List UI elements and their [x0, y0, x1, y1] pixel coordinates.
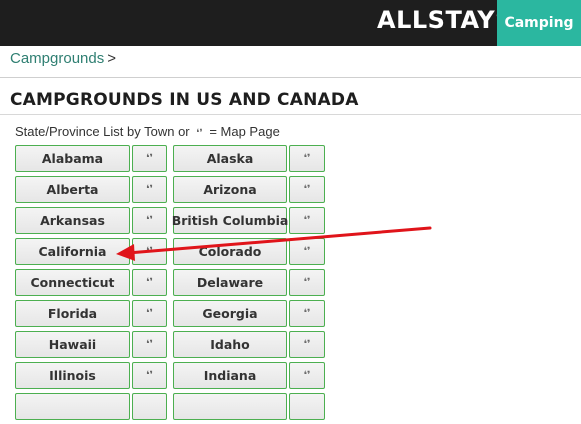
- state-button[interactable]: Alabama: [15, 145, 130, 172]
- map-button[interactable]: ❛❜: [132, 145, 167, 172]
- state-row: Hawaii ❛❜ Idaho ❛❜: [14, 331, 334, 362]
- map-button[interactable]: ❛❜: [289, 362, 325, 389]
- state-button[interactable]: Florida: [15, 300, 130, 327]
- map-pin-icon: ❛❜: [146, 277, 153, 288]
- state-button[interactable]: Arizona: [173, 176, 287, 203]
- legend-suffix: = Map Page: [209, 124, 280, 139]
- state-button[interactable]: Connecticut: [15, 269, 130, 296]
- state-row: Illinois ❛❜ Indiana ❛❜: [14, 362, 334, 393]
- state-row: California ❛❜ Colorado ❛❜: [14, 238, 334, 269]
- map-button[interactable]: [132, 393, 167, 420]
- map-pin-icon: ❛❜: [146, 339, 153, 350]
- state-button[interactable]: [173, 393, 287, 420]
- page-title: CAMPGROUNDS IN US AND CANADA: [10, 90, 359, 110]
- map-button[interactable]: [289, 393, 325, 420]
- state-button[interactable]: Alberta: [15, 176, 130, 203]
- state-button[interactable]: [15, 393, 130, 420]
- state-button[interactable]: Hawaii: [15, 331, 130, 358]
- breadcrumb-separator: >: [107, 50, 116, 67]
- state-row: Florida ❛❜ Georgia ❛❜: [14, 300, 334, 331]
- map-button[interactable]: ❛❜: [289, 269, 325, 296]
- map-pin-icon: ❛❜: [196, 128, 203, 139]
- state-button[interactable]: Delaware: [173, 269, 287, 296]
- state-button[interactable]: Arkansas: [15, 207, 130, 234]
- state-button[interactable]: California: [15, 238, 130, 265]
- state-row: [14, 393, 334, 424]
- top-bar: ALLSTAYS Camping: [0, 0, 581, 46]
- map-button[interactable]: ❛❜: [132, 269, 167, 296]
- map-button[interactable]: ❛❜: [132, 238, 167, 265]
- camping-tab[interactable]: Camping: [497, 0, 581, 46]
- state-button[interactable]: Indiana: [173, 362, 287, 389]
- state-button[interactable]: Idaho: [173, 331, 287, 358]
- map-pin-icon: ❛❜: [303, 308, 311, 319]
- map-pin-icon: ❛❜: [146, 153, 153, 164]
- map-pin-icon: ❛❜: [303, 153, 311, 164]
- divider: [0, 77, 581, 78]
- divider: [0, 114, 581, 115]
- map-pin-icon: ❛❜: [303, 184, 311, 195]
- map-pin-icon: ❛❜: [303, 215, 311, 226]
- state-row: Arkansas ❛❜ British Columbia ❛❜: [14, 207, 334, 238]
- state-button[interactable]: British Columbia: [172, 207, 288, 234]
- map-pin-icon: ❛❜: [146, 308, 153, 319]
- map-pin-icon: ❛❜: [303, 246, 311, 257]
- breadcrumb: Campgrounds >: [10, 50, 116, 67]
- legend: State/Province List by Town or ❛❜ = Map …: [15, 124, 280, 139]
- state-button[interactable]: Colorado: [173, 238, 287, 265]
- site-logo[interactable]: ALLSTAYS: [377, 6, 513, 34]
- map-pin-icon: ❛❜: [303, 370, 311, 381]
- map-pin-icon: ❛❜: [146, 184, 153, 195]
- map-button[interactable]: ❛❜: [289, 176, 325, 203]
- map-pin-icon: ❛❜: [146, 370, 153, 381]
- map-button[interactable]: ❛❜: [289, 238, 325, 265]
- map-pin-icon: ❛❜: [146, 215, 153, 226]
- map-button[interactable]: ❛❜: [289, 207, 325, 234]
- map-pin-icon: ❛❜: [303, 277, 311, 288]
- state-button[interactable]: Georgia: [173, 300, 287, 327]
- breadcrumb-campgrounds-link[interactable]: Campgrounds: [10, 50, 104, 67]
- state-row: Alabama ❛❜ Alaska ❛❜: [14, 145, 334, 176]
- map-button[interactable]: ❛❜: [132, 300, 167, 327]
- map-button[interactable]: ❛❜: [132, 362, 167, 389]
- state-row: Connecticut ❛❜ Delaware ❛❜: [14, 269, 334, 300]
- state-row: Alberta ❛❜ Arizona ❛❜: [14, 176, 334, 207]
- map-button[interactable]: ❛❜: [132, 176, 167, 203]
- state-button[interactable]: Alaska: [173, 145, 287, 172]
- legend-prefix: State/Province List by Town or: [15, 124, 190, 139]
- map-button[interactable]: ❛❜: [289, 331, 325, 358]
- map-button[interactable]: ❛❜: [289, 145, 325, 172]
- map-button[interactable]: ❛❜: [132, 331, 167, 358]
- map-pin-icon: ❛❜: [146, 246, 153, 257]
- map-pin-icon: ❛❜: [303, 339, 311, 350]
- state-button[interactable]: Illinois: [15, 362, 130, 389]
- map-button[interactable]: ❛❜: [289, 300, 325, 327]
- map-button[interactable]: ❛❜: [132, 207, 167, 234]
- state-grid: Alabama ❛❜ Alaska ❛❜ Alberta ❛❜ Arizona …: [14, 145, 334, 424]
